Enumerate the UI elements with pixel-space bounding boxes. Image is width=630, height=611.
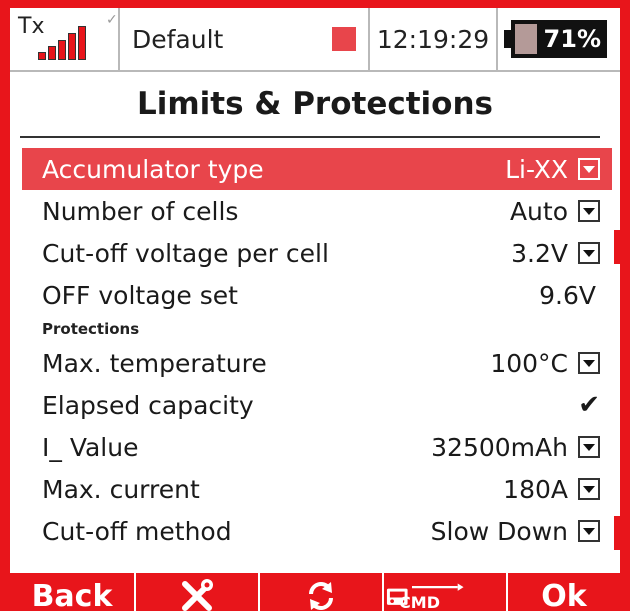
tx-signal: Tx ✓ [10,8,120,70]
battery-indicator: 71% [498,8,620,70]
battery-fill [515,24,537,54]
section-header: Protections [42,320,140,338]
row-label: Cut-off method [42,516,232,546]
dropdown-icon[interactable] [578,158,600,180]
row-value: 100°C [490,348,568,378]
dropdown-icon[interactable] [578,520,600,542]
settings-list: Accumulator type Li-XX Number of cells A… [22,148,612,552]
row-label: Max. current [42,474,200,504]
refresh-icon [309,582,333,610]
page-title: Limits & Protections [137,86,493,122]
model-name: Default [132,24,224,54]
row-elapsed-capacity[interactable]: Elapsed capacity ✔ [22,384,612,426]
row-label: Cut-off voltage per cell [42,238,329,268]
wrench-screwdriver-icon [182,579,213,611]
row-i-value[interactable]: I_ Value 32500mAh [22,426,612,468]
dropdown-icon[interactable] [578,436,600,458]
battery-icon: 71% [504,20,607,58]
dropdown-icon[interactable] [578,478,600,500]
row-max-temperature[interactable]: Max. temperature 100°C [22,342,612,384]
reset-button[interactable] [260,573,384,611]
row-label: OFF voltage set [42,280,238,310]
ok-button[interactable]: Ok [508,573,620,611]
row-off-voltage: OFF voltage set 9.6V [22,274,612,316]
back-button[interactable]: Back [10,573,136,611]
clock: 12:19:29 [370,8,498,70]
softkey-bar: Back CMD Ok [10,573,620,611]
row-cutoff-voltage[interactable]: Cut-off voltage per cell 3.2V [22,232,612,274]
model-status-square [332,27,356,51]
battery-percent: 71% [543,25,601,53]
row-value: 9.6V [539,280,596,310]
checkbox-checked-icon[interactable]: ✔ [578,390,600,420]
row-cutoff-method[interactable]: Cut-off method Slow Down [22,510,612,552]
dropdown-icon[interactable] [578,242,600,264]
scroll-marker [614,230,620,264]
row-accumulator-type[interactable]: Accumulator type Li-XX [22,148,612,190]
cmd-label: CMD [399,592,440,611]
row-max-current[interactable]: Max. current 180A [22,468,612,510]
status-bar: Tx ✓ Default 12:19:29 71% [10,8,620,72]
row-value: Li-XX [505,154,568,184]
row-value: 3.2V [511,238,568,268]
scroll-marker [614,516,620,550]
row-label: Max. temperature [42,348,267,378]
dropdown-icon[interactable] [578,352,600,374]
signal-bars-icon [38,26,86,60]
row-label: Elapsed capacity [42,390,254,420]
command-button[interactable]: CMD [384,573,508,611]
app-frame: Tx ✓ Default 12:19:29 71% Limits & Prote… [0,0,630,611]
model-indicator: Default [120,8,370,70]
row-value: Auto [509,196,568,226]
row-value: 32500mAh [431,432,568,462]
row-value: Slow Down [430,516,568,546]
dropdown-icon[interactable] [578,200,600,222]
row-label: I_ Value [42,432,139,462]
row-value: 180A [503,474,568,504]
row-number-of-cells[interactable]: Number of cells Auto [22,190,612,232]
tools-button[interactable] [136,573,260,611]
signal-check-icon: ✓ [106,12,118,28]
row-label: Number of cells [42,196,239,226]
row-label: Accumulator type [42,154,264,184]
title-divider [20,136,600,138]
